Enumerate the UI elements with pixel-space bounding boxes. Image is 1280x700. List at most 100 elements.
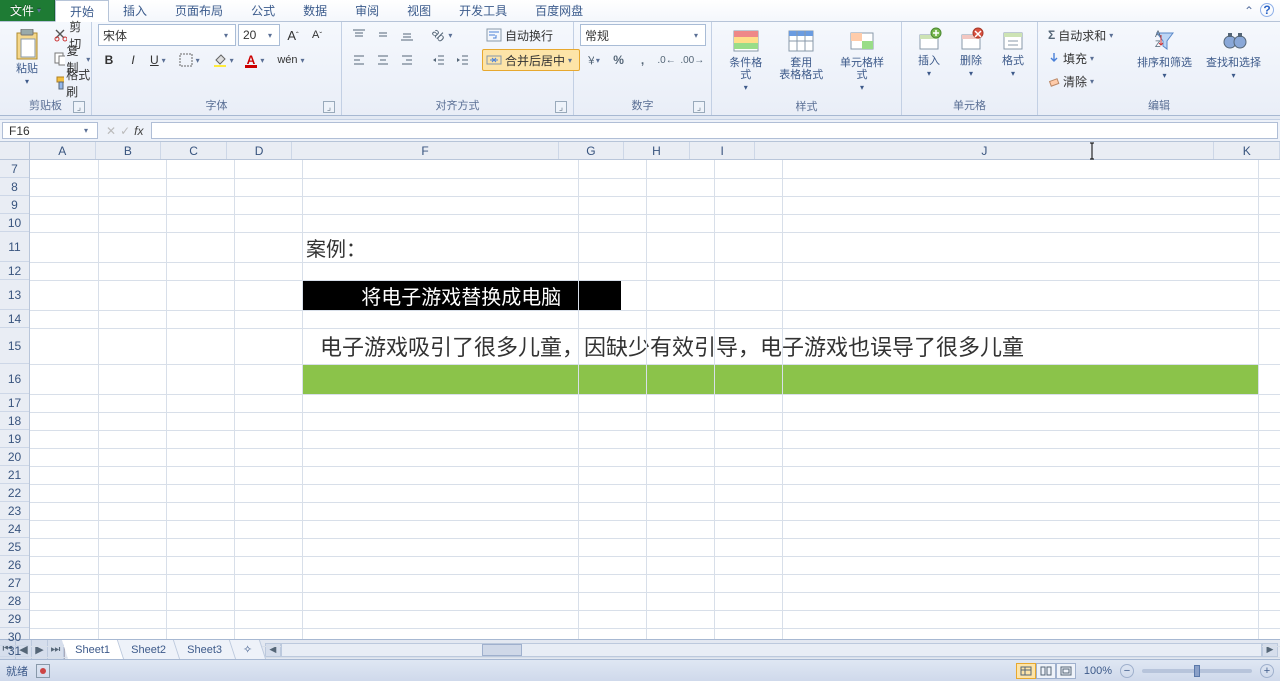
number-format-combo[interactable]: 常规▾ <box>580 24 706 46</box>
conditional-format-button[interactable]: 条件格式▾ <box>718 24 774 96</box>
percent-button[interactable]: % <box>608 49 630 71</box>
sheet-tab-3[interactable]: Sheet3 <box>174 640 236 659</box>
bold-button[interactable]: B <box>98 49 120 71</box>
zoom-level[interactable]: 100% <box>1084 665 1112 677</box>
row-header-17[interactable]: 17 <box>0 394 29 412</box>
align-bottom-button[interactable] <box>396 24 418 46</box>
decrease-indent-button[interactable] <box>428 49 450 71</box>
col-header-F[interactable]: F <box>292 142 558 159</box>
dialog-launcher-icon[interactable]: ⌟ <box>555 101 567 113</box>
col-header-K[interactable]: K <box>1214 142 1280 159</box>
increase-indent-button[interactable] <box>452 49 474 71</box>
row-header-15[interactable]: 15 <box>0 328 29 364</box>
tab-view[interactable]: 视图 <box>393 0 445 21</box>
dialog-launcher-icon[interactable]: ⌟ <box>323 101 335 113</box>
worksheet-grid[interactable]: ABCDFGHIJK 78910111213141516171819202122… <box>0 142 1280 639</box>
tab-pagelayout[interactable]: 页面布局 <box>161 0 237 21</box>
cell-F11[interactable]: 案例： <box>302 232 578 262</box>
zoom-in-button[interactable]: + <box>1260 664 1274 678</box>
row-header-20[interactable]: 20 <box>0 448 29 466</box>
format-painter-button[interactable]: 格式刷 <box>50 72 96 94</box>
dialog-launcher-icon[interactable]: ⌟ <box>73 101 85 113</box>
row-header-10[interactable]: 10 <box>0 214 29 232</box>
format-cells-button[interactable]: 格式▾ <box>992 24 1034 82</box>
col-header-J[interactable]: J <box>755 142 1214 159</box>
tab-insert[interactable]: 插入 <box>109 0 161 21</box>
font-color-button[interactable]: A▾ <box>243 49 272 71</box>
macro-record-icon[interactable] <box>36 664 50 678</box>
clear-button[interactable]: 清除▾ <box>1044 70 1114 92</box>
autosum-button[interactable]: Σ自动求和▾ <box>1044 24 1130 46</box>
row-header-9[interactable]: 9 <box>0 196 29 214</box>
sort-filter-button[interactable]: AZ排序和筛选▾ <box>1130 24 1199 84</box>
row-header-29[interactable]: 29 <box>0 610 29 628</box>
wrap-text-button[interactable]: 自动换行 <box>482 24 572 46</box>
increase-decimal-button[interactable]: .0← <box>656 49 678 71</box>
row-header-12[interactable]: 12 <box>0 262 29 280</box>
font-name-combo[interactable]: 宋体▾ <box>98 24 236 46</box>
row-header-18[interactable]: 18 <box>0 412 29 430</box>
tab-data[interactable]: 数据 <box>289 0 341 21</box>
col-header-D[interactable]: D <box>227 142 293 159</box>
row-header-11[interactable]: 11 <box>0 232 29 262</box>
scroll-thumb[interactable] <box>482 644 522 656</box>
table-format-button[interactable]: 套用 表格格式 <box>774 24 830 84</box>
col-header-G[interactable]: G <box>559 142 625 159</box>
col-header-I[interactable]: I <box>690 142 756 159</box>
tab-file[interactable]: 文件▾ <box>0 0 55 21</box>
orientation-button[interactable]: ab▾ <box>428 24 459 46</box>
enter-formula-icon[interactable]: ✓ <box>120 124 130 138</box>
row-header-23[interactable]: 23 <box>0 502 29 520</box>
col-header-C[interactable]: C <box>161 142 227 159</box>
row-header-14[interactable]: 14 <box>0 310 29 328</box>
align-left-button[interactable] <box>348 49 370 71</box>
cell-merged-row16[interactable] <box>302 364 1258 394</box>
row-header-16[interactable]: 16 <box>0 364 29 394</box>
view-normal-button[interactable] <box>1016 663 1036 679</box>
paste-button[interactable]: 粘贴▾ <box>6 24 48 92</box>
sheet-tab-1[interactable]: Sheet1 <box>62 640 124 659</box>
increase-font-button[interactable]: Aˆ <box>282 24 304 46</box>
row-header-27[interactable]: 27 <box>0 574 29 592</box>
align-right-button[interactable] <box>396 49 418 71</box>
row-headers[interactable]: 7891011121314151617181920212223242526272… <box>0 160 30 639</box>
horizontal-scrollbar[interactable]: ◀ ▶ <box>263 640 1280 659</box>
align-top-button[interactable] <box>348 24 370 46</box>
tab-baidu[interactable]: 百度网盘 <box>521 0 597 21</box>
tab-review[interactable]: 审阅 <box>341 0 393 21</box>
zoom-out-button[interactable]: − <box>1120 664 1134 678</box>
cancel-formula-icon[interactable]: ✕ <box>106 124 116 138</box>
cell-merged-row15[interactable]: 电子游戏吸引了很多儿童，因缺少有效引导，电子游戏也误导了很多儿童 <box>302 328 1258 364</box>
scroll-left-icon[interactable]: ◀ <box>265 643 281 657</box>
name-box[interactable]: F16▾ <box>2 122 98 139</box>
underline-button[interactable]: U▾ <box>146 49 173 71</box>
font-size-combo[interactable]: 20▾ <box>238 24 280 46</box>
view-pagebreak-button[interactable] <box>1056 663 1076 679</box>
row-header-31[interactable]: 31 <box>0 646 29 657</box>
row-header-21[interactable]: 21 <box>0 466 29 484</box>
row-header-25[interactable]: 25 <box>0 538 29 556</box>
fx-icon[interactable]: fx <box>134 124 143 138</box>
view-pagelayout-button[interactable] <box>1036 663 1056 679</box>
row-header-26[interactable]: 26 <box>0 556 29 574</box>
delete-cells-button[interactable]: 删除▾ <box>950 24 992 82</box>
border-button[interactable]: ▾ <box>175 49 207 71</box>
dialog-launcher-icon[interactable]: ⌟ <box>693 101 705 113</box>
merge-center-button[interactable]: 合并后居中▾ <box>482 49 580 71</box>
scroll-right-icon[interactable]: ▶ <box>1262 643 1278 657</box>
fill-color-button[interactable]: ▾ <box>209 49 241 71</box>
minimize-ribbon-icon[interactable]: ⌃ <box>1238 0 1260 21</box>
tab-formulas[interactable]: 公式 <box>237 0 289 21</box>
row-header-24[interactable]: 24 <box>0 520 29 538</box>
insert-cells-button[interactable]: 插入▾ <box>908 24 950 82</box>
row-header-8[interactable]: 8 <box>0 178 29 196</box>
col-header-A[interactable]: A <box>30 142 96 159</box>
fill-button[interactable]: 填充▾ <box>1044 47 1114 69</box>
col-header-H[interactable]: H <box>624 142 690 159</box>
comma-button[interactable]: , <box>632 49 654 71</box>
col-header-B[interactable]: B <box>96 142 162 159</box>
row-header-13[interactable]: 13 <box>0 280 29 310</box>
decrease-decimal-button[interactable]: .00→ <box>680 49 705 71</box>
accounting-format-button[interactable]: ￥▾ <box>580 49 606 71</box>
align-center-button[interactable] <box>372 49 394 71</box>
